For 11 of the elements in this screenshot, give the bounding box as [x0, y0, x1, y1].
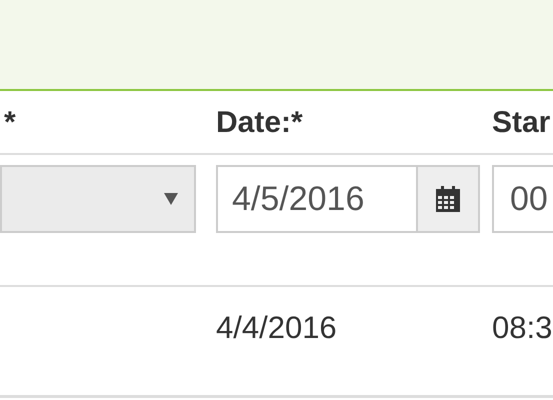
select-field[interactable] [0, 165, 196, 233]
time-field[interactable]: 00 [492, 165, 553, 233]
caret-icon [164, 193, 178, 205]
column-header: Date:* [216, 106, 303, 138]
table-cell: 08:3 [492, 310, 552, 345]
date-field[interactable]: 4/5/2016 [216, 165, 416, 233]
calendar-icon [436, 186, 460, 212]
column-header: * [4, 106, 16, 138]
table-cell: 4/4/2016 [216, 310, 337, 345]
column-header: Star [492, 106, 550, 138]
calendar-button[interactable] [416, 165, 480, 233]
